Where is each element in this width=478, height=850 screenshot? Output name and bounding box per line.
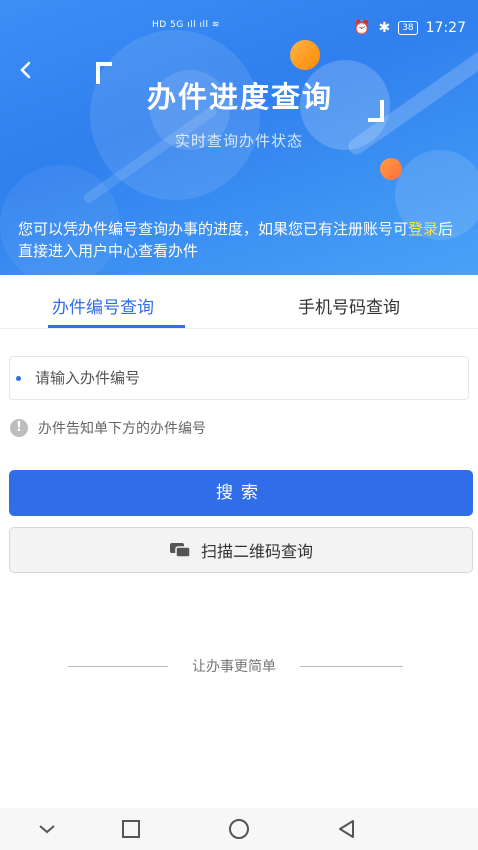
signal-icon: ıll ıll ≋ xyxy=(187,20,220,30)
alarm-icon: ⏰ xyxy=(353,20,371,36)
search-field[interactable] xyxy=(9,356,469,400)
status-bar: HD 5G ıll ıll ≋ ⏰ ✱ 38 17:27 xyxy=(0,10,478,44)
square-icon xyxy=(122,820,140,838)
page-subtitle: 实时查询办件状态 xyxy=(174,132,303,150)
footer-slogan: 让办事更简单 xyxy=(192,659,276,675)
hint-row: ! 办件告知单下方的办件编号 xyxy=(10,418,206,438)
required-dot xyxy=(16,376,21,381)
chevron-left-icon xyxy=(20,61,31,79)
footer-divider-right xyxy=(300,666,403,667)
scan-button-label: 扫描二维码查询 xyxy=(200,542,313,561)
info-icon: ! xyxy=(10,419,28,437)
scan-qr-button[interactable]: 扫描二维码查询 xyxy=(9,527,473,573)
tab-number-query[interactable]: 办件编号查询 xyxy=(52,293,154,318)
header-banner: HD 5G ıll ıll ≋ ⏰ ✱ 38 17:27 办件进度查询 实时查询… xyxy=(0,0,478,275)
case-number-input[interactable] xyxy=(35,357,465,399)
nav-back-button[interactable] xyxy=(334,816,360,842)
query-tabs: 办件编号查询 手机号码查询 xyxy=(0,275,478,329)
login-link[interactable]: 登录 xyxy=(408,220,438,238)
active-tab-indicator xyxy=(48,325,185,328)
circle-icon xyxy=(229,819,249,839)
title-block: 办件进度查询 xyxy=(90,62,390,122)
tab-phone-query[interactable]: 手机号码查询 xyxy=(298,293,400,318)
nav-down-button[interactable] xyxy=(34,816,60,842)
network-indicator: HD 5G ıll ıll ≋ xyxy=(152,20,220,30)
hint-text: 办件告知单下方的办件编号 xyxy=(38,421,206,437)
footer-divider-left xyxy=(68,666,168,667)
bluetooth-icon: ✱ xyxy=(378,20,391,36)
title-bracket-right xyxy=(368,100,384,122)
description-text-1: 您可以凭办件编号查询办事的进度，如果您已有注册账号可 xyxy=(18,220,409,238)
network-label: HD 5G xyxy=(152,20,184,30)
system-nav-bar xyxy=(0,808,478,850)
chevron-down-icon xyxy=(39,825,55,834)
battery-icon: 38 xyxy=(398,21,418,35)
status-right: ⏰ ✱ 38 17:27 xyxy=(353,20,466,36)
description: 您可以凭办件编号查询办事的进度，如果您已有注册账号可登录后直接进入用户中心查看办… xyxy=(18,218,468,262)
triangle-back-icon xyxy=(339,820,354,838)
back-button[interactable] xyxy=(14,60,38,84)
nav-home-button[interactable] xyxy=(226,816,252,842)
page-title: 办件进度查询 xyxy=(146,80,333,114)
clock: 17:27 xyxy=(425,20,466,36)
qr-scan-icon xyxy=(169,543,191,558)
search-button[interactable]: 搜索 xyxy=(9,470,473,516)
decor-orange-dot xyxy=(380,158,402,180)
nav-recent-button[interactable] xyxy=(118,816,144,842)
